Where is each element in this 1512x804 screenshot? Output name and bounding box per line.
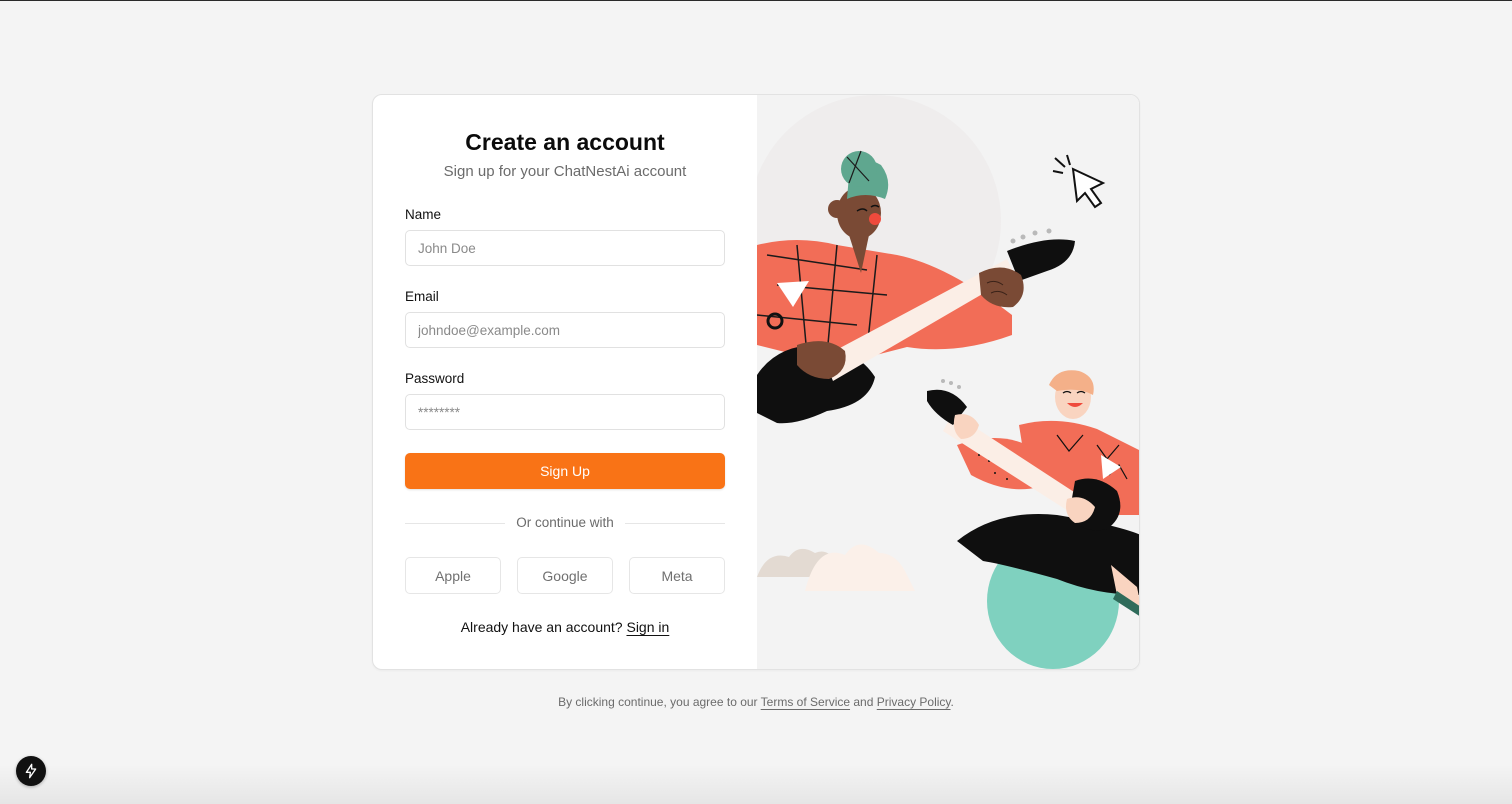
signin-prompt: Already have an account? Sign in [373,619,757,635]
signup-form: Create an account Sign up for your ChatN… [373,95,757,669]
email-input[interactable] [405,312,725,348]
password-label: Password [405,371,465,386]
meta-button[interactable]: Meta [629,557,725,594]
guitarists-illustration [757,95,1139,669]
terms-of-service-link[interactable]: Terms of Service [761,695,850,709]
password-input[interactable] [405,394,725,430]
sign-up-button[interactable]: Sign Up [405,453,725,489]
google-button[interactable]: Google [517,557,613,594]
legal-notice: By clicking continue, you agree to our T… [0,695,1512,709]
sign-in-link[interactable]: Sign in [626,619,669,635]
apple-button[interactable]: Apple [405,557,501,594]
legal-suffix: . [950,695,954,709]
signin-prompt-text: Already have an account? [460,619,623,635]
email-label: Email [405,289,439,304]
clouds [757,544,915,591]
name-input[interactable] [405,230,725,266]
privacy-policy-link[interactable]: Privacy Policy [877,695,951,709]
window-bottom-shade [0,764,1512,804]
cursor-icon [1052,154,1106,209]
name-label: Name [405,207,442,222]
signup-card: Create an account Sign up for your ChatN… [372,94,1140,670]
illustration-panel [757,95,1139,669]
divider-line-right [625,523,725,524]
legal-prefix: By clicking continue, you agree to our [558,695,758,709]
divider: Or continue with [405,515,725,531]
guitarist-right [927,370,1139,669]
page-subtitle: Sign up for your ChatNestAi account [443,163,687,180]
page-title: Create an account [465,129,665,155]
legal-and: and [853,695,874,709]
